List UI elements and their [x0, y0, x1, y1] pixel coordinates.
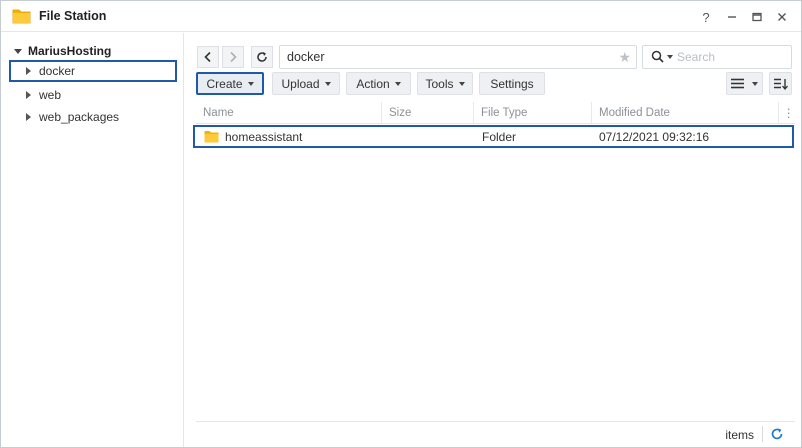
view-mode-button[interactable] [726, 72, 763, 95]
settings-label: Settings [490, 76, 534, 91]
tree-item-web-packages[interactable]: web_packages [9, 106, 177, 128]
column-file-type[interactable]: File Type [474, 102, 592, 124]
tree-item-docker[interactable]: docker [9, 60, 177, 82]
upload-label: Upload [281, 76, 320, 91]
search-input[interactable] [677, 50, 777, 64]
table-row[interactable]: homeassistant Folder 07/12/2021 09:32:16 [193, 125, 794, 148]
column-modified-date[interactable]: Modified Date [592, 102, 779, 124]
create-button[interactable]: Create [196, 72, 264, 95]
refresh-icon[interactable] [769, 426, 785, 442]
close-icon[interactable] [771, 7, 793, 27]
chevron-left-icon [204, 51, 211, 63]
tree-root-label: MariusHosting [28, 44, 112, 58]
folder-app-icon [12, 9, 31, 24]
back-button[interactable] [197, 46, 219, 68]
file-name: homeassistant [225, 130, 303, 144]
collapse-arrow-icon[interactable] [26, 113, 31, 121]
status-divider [762, 426, 763, 442]
column-name[interactable]: Name [196, 102, 382, 124]
caret-down-icon [458, 81, 465, 86]
tools-button[interactable]: Tools [417, 72, 473, 95]
search-options-icon[interactable] [667, 55, 673, 59]
column-options-icon[interactable]: ⋮ [779, 102, 795, 124]
upload-button[interactable]: Upload [272, 72, 340, 95]
action-button[interactable]: Action [346, 72, 411, 95]
tree-item-label: web_packages [39, 110, 120, 124]
tree-item-label: docker [39, 64, 76, 78]
tree-item-web[interactable]: web [9, 84, 177, 106]
action-label: Action [356, 76, 390, 91]
path-field[interactable]: docker ★ [279, 45, 637, 69]
column-size[interactable]: Size [382, 102, 474, 124]
items-count-label: items [725, 428, 754, 442]
chevron-right-icon [230, 51, 237, 63]
sort-icon [773, 78, 788, 90]
file-type: Folder [482, 130, 517, 144]
caret-down-icon [324, 81, 331, 86]
file-list-header: Name Size File Type Modified Date ⋮ [196, 102, 795, 124]
collapse-arrow-icon[interactable] [26, 67, 31, 75]
forward-button[interactable] [222, 46, 244, 68]
expand-arrow-icon[interactable] [14, 48, 22, 54]
refresh-icon [257, 52, 267, 62]
tree-root-mariushosting[interactable]: MariusHosting [11, 43, 111, 59]
file-station-window: File Station ? MariusHosting docker web … [0, 0, 802, 448]
help-icon[interactable]: ? [695, 7, 717, 27]
tree-item-label: web [39, 88, 62, 102]
refresh-button[interactable] [251, 46, 273, 68]
search-box[interactable] [642, 45, 792, 69]
star-icon[interactable]: ★ [618, 49, 631, 66]
path-text: docker [287, 50, 325, 64]
file-modified-date: 07/12/2021 09:32:16 [599, 130, 710, 144]
window-title: File Station [39, 9, 107, 23]
folder-tree-sidebar: MariusHosting docker web web_packages [1, 33, 184, 447]
folder-icon [204, 131, 219, 143]
caret-down-icon [752, 81, 758, 86]
create-label: Create [206, 76, 243, 91]
caret-down-icon [247, 81, 254, 86]
maximize-icon[interactable] [746, 7, 768, 27]
title-bar: File Station ? [1, 1, 801, 32]
caret-down-icon [394, 81, 401, 86]
minimize-icon[interactable] [721, 7, 743, 27]
settings-button[interactable]: Settings [479, 72, 545, 95]
status-bar: items [196, 421, 795, 446]
search-icon[interactable] [651, 50, 665, 64]
list-view-icon [731, 78, 744, 89]
collapse-arrow-icon[interactable] [26, 91, 31, 99]
sort-button[interactable] [769, 72, 792, 95]
tools-label: Tools [425, 76, 454, 91]
